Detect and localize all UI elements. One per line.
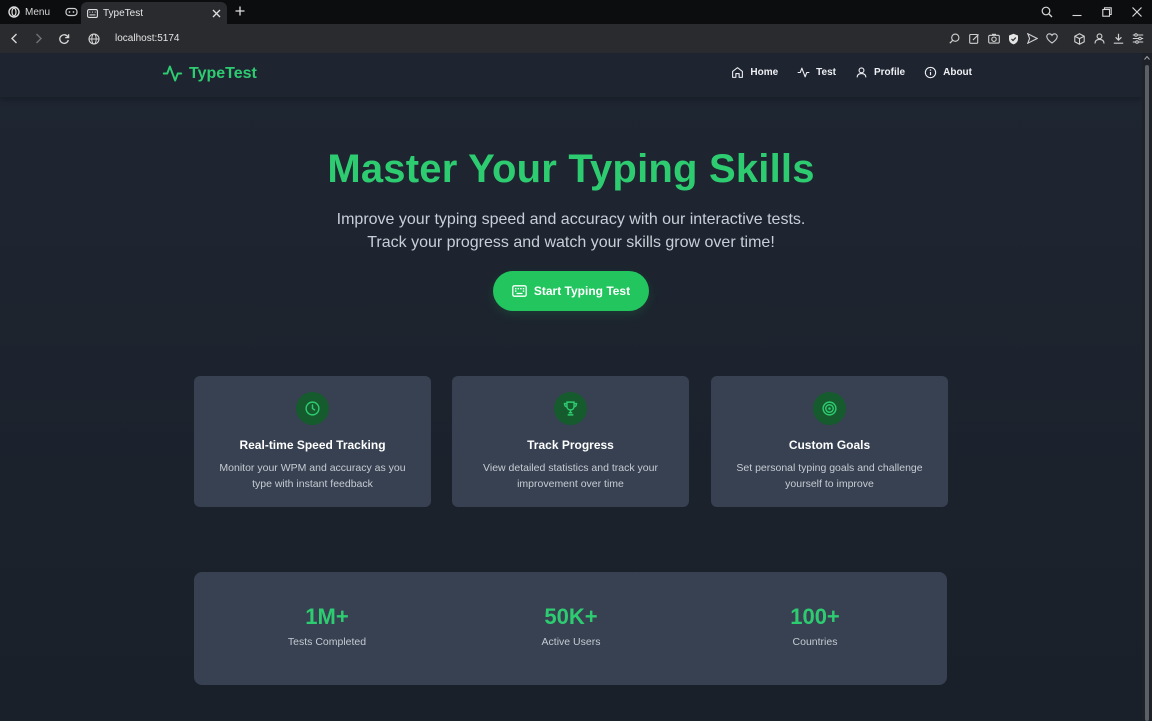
opera-logo-icon [8,6,20,18]
url-field[interactable]: localhost:5174 [88,24,180,53]
nav-test[interactable]: Test [797,66,836,79]
hero-subtitle: Improve your typing speed and accuracy w… [336,211,806,251]
user-icon [856,67,867,78]
page-scrollbar[interactable] [1142,53,1152,721]
stat-label: Active Users [541,636,601,648]
cta-label: Start Typing Test [533,284,631,298]
browser-menu-label: Menu [25,6,51,18]
restore-icon[interactable] [1092,0,1122,24]
stat-active-users: 50K+ Active Users [471,604,671,648]
heart-icon[interactable] [1043,24,1063,53]
easy-setup-icon[interactable] [1129,24,1149,53]
reload-icon[interactable] [51,24,76,53]
cube-icon[interactable] [1070,24,1090,53]
feature-title: Track Progress [527,438,614,452]
url-text: localhost:5174 [115,33,180,44]
account-icon[interactable] [1090,24,1110,53]
send-icon[interactable] [1023,24,1043,53]
stat-label: Tests Completed [287,636,367,648]
feature-card-track-progress: Track Progress View detailed statistics … [452,376,689,507]
tab-title: TypeTest [103,7,144,19]
scrollbar-thumb[interactable] [1145,65,1149,721]
scroll-up-icon[interactable] [1144,55,1150,61]
feature-description: View detailed statistics and track your … [483,462,658,490]
globe-icon [88,32,100,45]
camera-icon[interactable] [984,24,1004,53]
nav-about-label: About [943,67,972,78]
browser-search-icon[interactable] [1032,0,1062,24]
feature-card-speed-tracking: Real-time Speed Tracking Monitor your WP… [194,376,431,507]
stat-value: 100+ [790,604,840,629]
nav-home[interactable]: Home [731,66,778,79]
feature-title: Real-time Speed Tracking [239,438,386,452]
stat-label: Countries [792,636,838,648]
home-icon [732,67,744,78]
browser-menu-button[interactable]: Menu [0,0,58,24]
feature-card-custom-goals: Custom Goals Set personal typing goals a… [711,376,948,507]
keyboard-icon [512,285,527,297]
back-icon[interactable] [1,24,26,53]
trophy-icon [554,392,587,425]
site-logo[interactable]: TypeTest [162,63,257,84]
stat-countries: 100+ Countries [715,604,915,648]
start-typing-test-button[interactable]: Start Typing Test [493,271,649,311]
keyboard-favicon-icon [87,8,98,18]
feature-title: Custom Goals [788,438,871,452]
hero-title: Master Your Typing Skills [327,147,815,191]
clock-icon [296,392,329,425]
stat-value: 50K+ [544,604,598,629]
browser-tab-active[interactable]: TypeTest [81,2,227,24]
stat-value: 1M+ [305,604,349,629]
stat-tests-completed: 1M+ Tests Completed [227,604,427,648]
feature-description: Set personal typing goals and challenge … [736,462,923,490]
nav-home-label: Home [750,67,779,78]
browser-address-bar: localhost:5174 [0,24,1152,53]
nav-about[interactable]: About [924,66,972,79]
nav-test-label: Test [816,67,836,78]
new-tab-button[interactable] [231,2,249,20]
target-icon [813,392,846,425]
info-icon [924,66,937,79]
shield-icon[interactable] [1004,24,1024,53]
activity-icon [797,67,810,78]
site-header: TypeTest Home Test Profile About [0,53,1142,97]
activity-logo-icon [162,65,183,82]
page-content: TypeTest Home Test Profile About Master … [0,53,1142,720]
download-icon[interactable] [1109,24,1129,53]
browser-tab-bar: Menu TypeTest [0,0,1152,24]
tab-close-icon[interactable] [212,9,221,18]
feature-description: Monitor your WPM and accuracy as you typ… [219,462,406,490]
nav-profile-label: Profile [873,67,906,78]
stats-panel: 1M+ Tests Completed 50K+ Active Users 10… [194,572,947,685]
plus-icon [235,6,245,16]
main-nav: Home Test Profile About [731,66,972,79]
minimize-icon[interactable] [1062,0,1092,24]
forward-icon[interactable] [26,24,51,53]
lens-search-icon[interactable] [945,24,965,53]
close-window-icon[interactable] [1122,0,1152,24]
edit-icon[interactable] [965,24,985,53]
nav-profile[interactable]: Profile [855,66,905,79]
logo-text: TypeTest [189,64,257,82]
